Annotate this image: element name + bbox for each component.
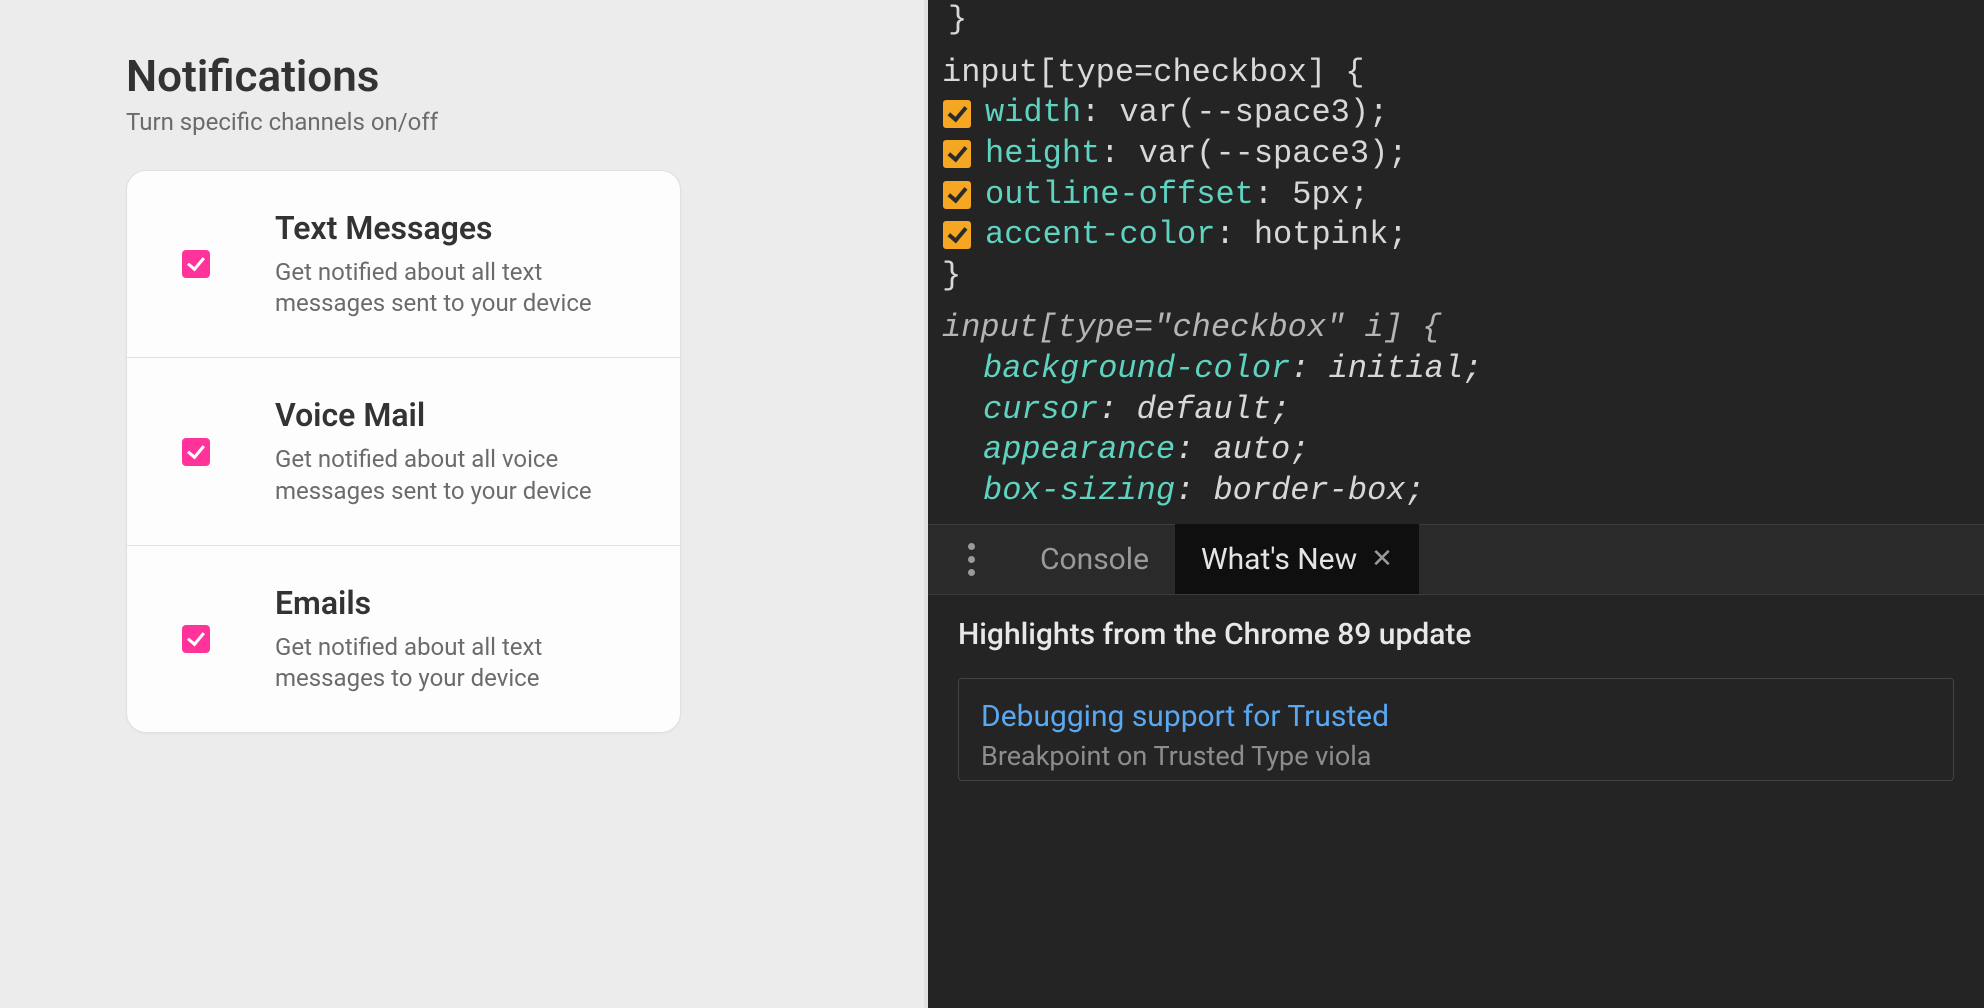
drawer-body: Highlights from the Chrome 89 update Deb…: [928, 595, 1984, 1008]
page-title: Notifications: [126, 50, 804, 108]
css-value: initial: [1329, 349, 1463, 390]
page-preview-pane: Notifications Turn specific channels on/…: [0, 0, 928, 1008]
tab-whats-new[interactable]: What's New ✕: [1175, 524, 1419, 594]
css-declaration-ua: background-color: initial;: [942, 349, 1974, 390]
css-value[interactable]: 5px: [1292, 175, 1350, 216]
css-property: appearance: [983, 430, 1175, 471]
css-toggle-checkbox[interactable]: [943, 140, 971, 168]
checkbox-voice-mail[interactable]: [182, 438, 210, 466]
css-value: border-box: [1213, 471, 1405, 512]
setting-row-emails: Emails Get notified about all text messa…: [127, 546, 680, 732]
css-value[interactable]: hotpink: [1254, 215, 1388, 256]
css-property[interactable]: height: [985, 134, 1100, 175]
css-toggle-checkbox[interactable]: [943, 221, 971, 249]
css-declaration[interactable]: width: var(--space3);: [942, 93, 1974, 134]
setting-text-block: Voice Mail Get notified about all voice …: [275, 396, 605, 506]
css-declaration-ua: cursor: default;: [942, 390, 1974, 431]
css-rule-useragent: input[type="checkbox" i] { background-co…: [942, 296, 1974, 511]
css-rule-prev-tail: }: [942, 0, 1974, 41]
setting-title: Emails: [275, 584, 605, 632]
whats-new-heading: Highlights from the Chrome 89 update: [958, 617, 1954, 678]
tab-label: What's New: [1201, 542, 1357, 577]
css-declaration-ua: appearance: auto;: [942, 430, 1974, 471]
drawer-tabbar: Console What's New ✕: [928, 525, 1984, 595]
css-declaration-ua: box-sizing: border-box;: [942, 471, 1974, 512]
css-property[interactable]: accent-color: [985, 215, 1215, 256]
css-selector[interactable]: input[type=checkbox] {: [942, 54, 1364, 91]
css-property: background-color: [983, 349, 1290, 390]
close-icon[interactable]: ✕: [1371, 544, 1393, 574]
checkbox-emails[interactable]: [182, 625, 210, 653]
css-property: box-sizing: [983, 471, 1175, 512]
news-link[interactable]: Debugging support for Trusted: [981, 699, 1931, 740]
notifications-card: Text Messages Get notified about all tex…: [126, 170, 681, 733]
setting-description: Get notified about all text messages sen…: [275, 257, 605, 319]
setting-description: Get notified about all voice messages se…: [275, 444, 605, 506]
css-selector-ua: input[type="checkbox" i] {: [942, 309, 1441, 346]
css-declaration[interactable]: accent-color: hotpink;: [942, 215, 1974, 256]
css-value: auto: [1213, 430, 1290, 471]
setting-text-block: Text Messages Get notified about all tex…: [275, 209, 605, 319]
styles-pane[interactable]: } input[type=checkbox] { width: var(--sp…: [928, 0, 1984, 525]
css-property: cursor: [983, 390, 1098, 431]
close-brace: }: [942, 1, 967, 38]
close-brace: }: [942, 257, 961, 294]
checkbox-text-messages[interactable]: [182, 250, 210, 278]
css-value: default: [1137, 390, 1271, 431]
css-value[interactable]: var(--space3): [1119, 93, 1369, 134]
setting-title: Voice Mail: [275, 396, 605, 444]
css-declaration[interactable]: outline-offset: 5px;: [942, 175, 1974, 216]
setting-row-text-messages: Text Messages Get notified about all tex…: [127, 171, 680, 358]
app-root: Notifications Turn specific channels on/…: [0, 0, 1984, 1008]
css-value[interactable]: var(--space3): [1139, 134, 1389, 175]
tab-console[interactable]: Console: [1014, 524, 1175, 594]
kebab-menu-icon[interactable]: [956, 539, 986, 579]
devtools-pane: } input[type=checkbox] { width: var(--sp…: [928, 0, 1984, 1008]
css-rule-author: input[type=checkbox] { width: var(--spac…: [942, 41, 1974, 297]
tab-label: Console: [1040, 542, 1149, 577]
news-card: Debugging support for Trusted Breakpoint…: [958, 678, 1954, 781]
setting-row-voice-mail: Voice Mail Get notified about all voice …: [127, 358, 680, 545]
page-subtitle: Turn specific channels on/off: [126, 108, 804, 170]
setting-text-block: Emails Get notified about all text messa…: [275, 584, 605, 694]
news-subtitle: Breakpoint on Trusted Type viola: [981, 740, 1931, 772]
setting-title: Text Messages: [275, 209, 605, 257]
setting-description: Get notified about all text messages to …: [275, 632, 605, 694]
css-toggle-checkbox[interactable]: [943, 181, 971, 209]
css-declaration[interactable]: height: var(--space3);: [942, 134, 1974, 175]
css-property[interactable]: width: [985, 93, 1081, 134]
css-toggle-checkbox[interactable]: [943, 100, 971, 128]
css-property[interactable]: outline-offset: [985, 175, 1254, 216]
